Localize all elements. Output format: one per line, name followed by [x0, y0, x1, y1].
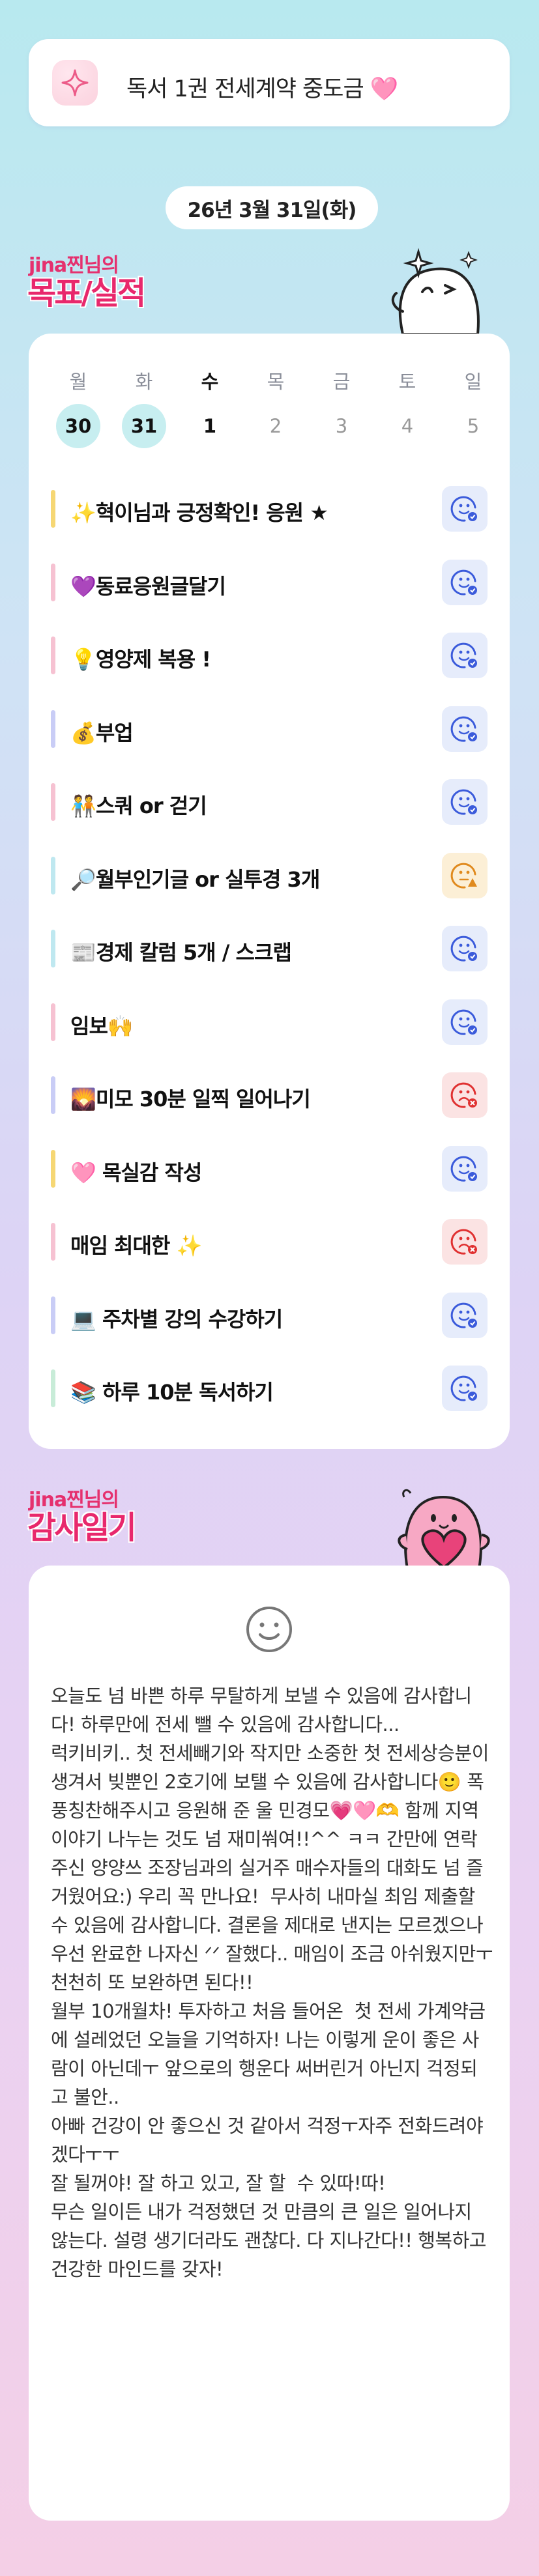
gratitude-card: 오늘도 넘 바쁜 하루 무탈하게 보낼 수 있음에 감사합니다! 하루만에 전세… — [29, 1566, 510, 2521]
goal-color-bar — [51, 783, 55, 821]
goal-label: 🔎월부인기글 or 실투경 3개 — [70, 866, 320, 892]
goals-title: 목표/실적 — [27, 275, 146, 311]
goal-row[interactable]: 🔎월부인기글 or 실투경 3개 — [51, 852, 488, 898]
happy-face-icon[interactable] — [442, 633, 488, 678]
date-number[interactable]: 3 — [319, 404, 364, 448]
weekday-5[interactable]: 토4 — [385, 369, 430, 448]
ghost-mascot-icon — [391, 248, 480, 336]
happy-face-icon[interactable] — [442, 999, 488, 1045]
smile-icon[interactable] — [242, 1602, 297, 1657]
goal-label: 임보🙌 — [70, 1013, 134, 1038]
goal-color-bar — [51, 709, 55, 748]
goal-label: 🩷 목실감 작성 — [70, 1160, 202, 1185]
goal-row[interactable]: 🌄미모 30분 일찍 일어나기 — [51, 1072, 488, 1118]
sparkle-icon — [52, 60, 98, 106]
goal-label: 🧑‍🤝‍🧑스쿼 or 걷기 — [70, 794, 207, 818]
goal-row[interactable]: 💜동료응원글달기 — [51, 559, 488, 605]
sad-face-icon[interactable] — [442, 1219, 488, 1265]
goal-color-bar — [51, 1296, 55, 1334]
happy-face-icon[interactable] — [442, 1292, 488, 1338]
goal-label: 💻 주차별 강의 수강하기 — [70, 1306, 283, 1332]
weekday-0[interactable]: 월 30 — [55, 369, 101, 448]
happy-face-icon[interactable] — [442, 779, 488, 825]
goal-color-bar — [51, 1003, 55, 1041]
date-number[interactable]: 1 — [188, 404, 232, 448]
goals-card: 월 30 화 31 수 1 목 2 금 3 토 4 일 5 ✨혁이님과 긍정확인! 응원 ★ 💜동료응원글달… — [29, 334, 510, 1449]
date-number[interactable]: 30 — [56, 404, 100, 448]
happy-face-icon[interactable] — [442, 926, 488, 971]
goal-row[interactable]: 📰경제 칼럼 5개 / 스크랩 — [51, 926, 488, 971]
goal-row[interactable]: 임보🙌 — [51, 999, 488, 1045]
gratitude-text: 오늘도 넘 바쁜 하루 무탈하게 보낼 수 있음에 감사합니다! 하루만에 전세… — [51, 1685, 493, 2280]
goal-label: 📚 하루 10분 독서하기 — [70, 1380, 274, 1405]
weekday-3[interactable]: 목2 — [253, 369, 299, 448]
goal-color-bar — [51, 1369, 55, 1407]
sad-face-icon[interactable] — [442, 1072, 488, 1118]
goal-label: 매임 최대한 ✨ — [70, 1233, 202, 1258]
date-number[interactable]: 5 — [451, 404, 495, 448]
weekday-label: 금 — [332, 371, 351, 393]
weekday-label: 목 — [267, 371, 285, 393]
goal-row[interactable]: 📚 하루 10분 독서하기 — [51, 1366, 488, 1411]
date-pill[interactable]: 26년 3월 31일(화) — [166, 186, 378, 229]
weekday-1[interactable]: 화 31 — [121, 369, 167, 448]
goal-row[interactable]: 💡영양제 복용 ! — [51, 633, 488, 678]
weekday-4[interactable]: 금3 — [319, 369, 364, 448]
date-number[interactable]: 4 — [385, 404, 430, 448]
weekday-6[interactable]: 일5 — [450, 369, 496, 448]
goal-color-bar — [51, 563, 55, 601]
goal-color-bar — [51, 1076, 55, 1114]
goal-row[interactable]: 🩷 목실감 작성 — [51, 1145, 488, 1192]
goal-color-bar — [51, 930, 55, 967]
happy-face-icon[interactable] — [442, 706, 488, 752]
goal-row[interactable]: 💻 주차별 강의 수강하기 — [51, 1292, 488, 1338]
happy-face-icon[interactable] — [442, 486, 488, 532]
goal-label: 📰경제 칼럼 5개 / 스크랩 — [70, 940, 292, 965]
heart-mascot-icon — [398, 1489, 490, 1569]
weekday-label: 토 — [398, 371, 416, 393]
goal-color-bar — [51, 637, 55, 674]
goal-color-bar — [51, 1149, 55, 1188]
date-number[interactable]: 31 — [122, 404, 166, 448]
goal-row[interactable]: ✨혁이님과 긍정확인! 응원 ★ — [51, 486, 488, 532]
date-number[interactable]: 2 — [254, 404, 298, 448]
weekday-2[interactable]: 수1 — [187, 369, 233, 448]
goal-color-bar — [51, 856, 55, 894]
goal-label: 💜동료응원글달기 — [70, 573, 226, 599]
goal-color-bar — [51, 490, 55, 528]
goal-row[interactable]: 매임 최대한 ✨ — [51, 1219, 488, 1265]
goal-label: 💰부업 — [70, 720, 134, 745]
goal-label: 🌄미모 30분 일찍 일어나기 — [70, 1087, 311, 1111]
gratitude-title: 감사일기 — [27, 1510, 137, 1546]
goal-row[interactable]: 🧑‍🤝‍🧑스쿼 or 걷기 — [51, 779, 488, 825]
goal-banner[interactable]: 독서 1권 전세계약 중도금 🩷 — [29, 39, 510, 126]
banner-text: 독서 1권 전세계약 중도금 🩷 — [126, 76, 398, 102]
goal-row[interactable]: 💰부업 — [51, 706, 488, 752]
weekday-label: 수 — [201, 371, 219, 393]
goal-label: 💡영양제 복용 ! — [70, 647, 211, 672]
weekday-label: 일 — [464, 371, 482, 393]
weekday-label: 화 — [135, 371, 153, 393]
happy-face-icon[interactable] — [442, 1145, 488, 1192]
neutral-face-icon[interactable] — [442, 852, 488, 898]
happy-face-icon[interactable] — [442, 559, 488, 605]
goal-color-bar — [51, 1223, 55, 1261]
weekday-label: 월 — [69, 371, 87, 393]
goal-label: ✨혁이님과 긍정확인! 응원 ★ — [70, 500, 328, 525]
happy-face-icon[interactable] — [442, 1366, 488, 1411]
